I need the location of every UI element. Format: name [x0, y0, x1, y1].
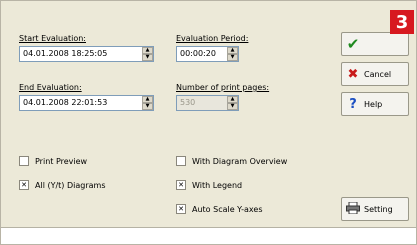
ok-button[interactable]: ✔: [341, 32, 409, 56]
diagram-overview-label: With Diagram Overview: [192, 156, 288, 166]
printer-icon: [342, 201, 364, 216]
print-preview-checkbox[interactable]: Print Preview: [19, 156, 87, 166]
step-number-badge: 3: [390, 10, 414, 34]
legend-checkbox[interactable]: ✕ With Legend: [176, 180, 242, 190]
spin-down-icon[interactable]: ▼: [142, 103, 153, 110]
start-evaluation-field[interactable]: 04.01.2008 18:25:05 ▲ ▼: [19, 46, 154, 62]
diagram-overview-checkbox[interactable]: With Diagram Overview: [176, 156, 287, 166]
print-pages-label: Number of print pages:: [176, 83, 270, 92]
print-preview-label: Print Preview: [35, 156, 88, 166]
spin-up-icon[interactable]: ▲: [142, 47, 153, 54]
printer-icon-graphic: [346, 201, 360, 215]
all-diagrams-checkbox[interactable]: ✕ All (Y/t) Diagrams: [19, 180, 105, 190]
checkbox-box[interactable]: [176, 156, 186, 166]
spin-down-icon[interactable]: ▼: [227, 54, 238, 61]
checkmark-icon[interactable]: ✕: [176, 204, 186, 214]
all-diagrams-label: All (Y/t) Diagrams: [35, 180, 106, 190]
checkmark-icon: ✔: [346, 35, 360, 53]
spin-down-icon[interactable]: ▼: [142, 54, 153, 61]
end-evaluation-label: End Evaluation:: [19, 83, 82, 92]
spin-up-icon[interactable]: ▲: [142, 96, 153, 103]
start-evaluation-label: Start Evaluation:: [19, 34, 86, 43]
end-evaluation-field[interactable]: 04.01.2008 22:01:53 ▲ ▼: [19, 95, 154, 111]
spin-up-icon: ▲: [227, 96, 238, 103]
spin-up-icon[interactable]: ▲: [227, 47, 238, 54]
help-label: Help: [364, 99, 383, 109]
bottom-panel: [1, 228, 416, 244]
auto-scale-label: Auto Scale Y-axes: [192, 204, 263, 214]
end-evaluation-spinner[interactable]: ▲ ▼: [142, 96, 153, 110]
cancel-button[interactable]: ✖ Cancel: [341, 62, 409, 86]
auto-scale-checkbox[interactable]: ✕ Auto Scale Y-axes: [176, 204, 263, 214]
evaluation-period-field[interactable]: 00:00:20 ▲ ▼: [176, 46, 239, 62]
print-pages-field: 530 ▲ ▼: [176, 95, 239, 111]
setting-label: Setting: [364, 204, 393, 214]
close-icon: ✖: [347, 66, 359, 82]
evaluation-period-label: Evaluation Period:: [176, 34, 249, 43]
help-icon: ?: [349, 96, 357, 112]
print-dialog: Start Evaluation: 04.01.2008 18:25:05 ▲ …: [0, 0, 417, 245]
cancel-label: Cancel: [364, 69, 392, 79]
legend-label: With Legend: [192, 180, 243, 190]
evaluation-period-spinner[interactable]: ▲ ▼: [227, 47, 238, 61]
setting-button[interactable]: Setting: [341, 197, 409, 221]
print-pages-spinner: ▲ ▼: [227, 96, 238, 110]
evaluation-period-value: 00:00:20: [180, 49, 216, 58]
start-evaluation-spinner[interactable]: ▲ ▼: [142, 47, 153, 61]
help-button[interactable]: ? Help: [341, 92, 409, 116]
checkmark-icon[interactable]: ✕: [19, 180, 29, 190]
start-evaluation-value: 04.01.2008 18:25:05: [23, 49, 108, 58]
print-pages-value: 530: [180, 98, 196, 107]
checkbox-box[interactable]: [19, 156, 29, 166]
checkmark-icon[interactable]: ✕: [176, 180, 186, 190]
spin-down-icon: ▼: [227, 103, 238, 110]
end-evaluation-value: 04.01.2008 22:01:53: [23, 98, 108, 107]
